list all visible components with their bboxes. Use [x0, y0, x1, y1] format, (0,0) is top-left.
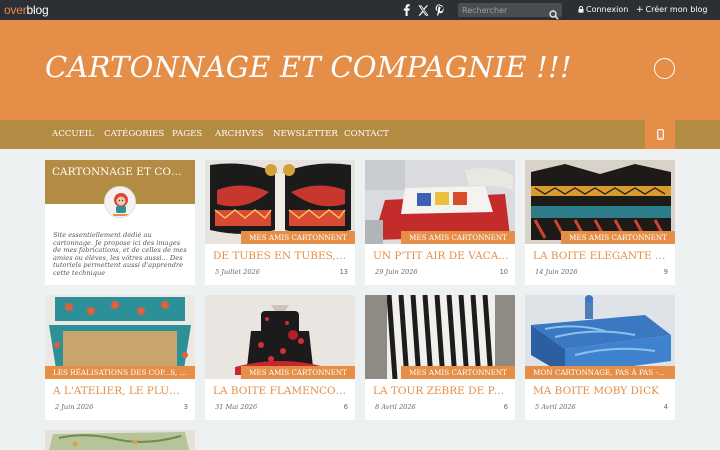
mobile-device-button[interactable]	[645, 120, 675, 149]
article-title[interactable]: A L'ATELIER, LE PLUMIER	[53, 385, 189, 397]
profile-description: Site essentiellement dédié au cartonnage…	[53, 232, 187, 277]
nav-item-categories[interactable]: CATÉGORIES	[104, 129, 164, 139]
article-card[interactable]: MES AMIS CARTONNENT LA TOUR ZEBRE DE PAU…	[365, 295, 515, 420]
category-badge[interactable]: MES AMIS CARTONNENT	[401, 366, 515, 379]
article-title[interactable]: MA BOITE MOBY DICK	[533, 385, 669, 397]
comment-count: 4	[663, 403, 668, 411]
article-card[interactable]: MES AMIS CARTONNENT LA BOITE ELEGANTE ET…	[525, 160, 675, 285]
facebook-icon[interactable]	[401, 2, 411, 18]
profile-title[interactable]: CARTONNAGE ET COMPAGNIE !!!	[52, 166, 190, 178]
article-date: 5 Avril 2026	[535, 403, 576, 411]
article-title[interactable]: LA BOITE FLAMENCO DE JOSETTE	[213, 385, 349, 397]
nav-item-contact[interactable]: CONTACT	[344, 129, 389, 139]
login-label: Connexion	[586, 5, 629, 14]
category-badge[interactable]: MON CARTONNAGE, PAS À PAS - TECHNIQUES	[525, 366, 675, 379]
article-title[interactable]: LA BOITE ELEGANTE ET SOBRE	[533, 250, 669, 262]
mobile-icon	[656, 129, 664, 140]
search-box[interactable]	[458, 3, 562, 20]
comment-count: 9	[663, 268, 668, 276]
lock-icon	[578, 6, 584, 13]
category-badge[interactable]: MES AMIS CARTONNENT	[561, 231, 675, 244]
article-date: 5 Juillet 2026	[215, 268, 260, 276]
category-badge[interactable]: MES AMIS CARTONNENT	[241, 366, 355, 379]
article-date: 8 Avril 2026	[375, 403, 416, 411]
article-thumbnail[interactable]	[45, 430, 195, 450]
article-title[interactable]: LA TOUR ZEBRE DE PAULETTE	[373, 385, 509, 397]
comment-count: 13	[339, 268, 348, 276]
article-card-partial[interactable]	[45, 430, 195, 450]
blog-header: CARTONNAGE ET COMPAGNIE !!!	[0, 20, 720, 120]
article-date: 29 Juin 2026	[375, 268, 418, 276]
article-card[interactable]: MES AMIS CARTONNENT DE TUBES EN TUBES, "…	[205, 160, 355, 285]
profile-card: CARTONNAGE ET COMPAGNIE !!! Site essenti…	[45, 160, 195, 285]
article-date: 2 Juin 2026	[55, 403, 94, 411]
category-badge[interactable]: LES RÉALISATIONS DES COP...S, PAS À PAS …	[45, 366, 195, 379]
article-date: 31 Mai 2026	[215, 403, 258, 411]
header-circle-icon[interactable]	[654, 58, 675, 79]
create-blog-link[interactable]: + Créer mon blog	[636, 4, 708, 16]
article-title[interactable]: DE TUBES EN TUBES, "L'INSOLITE"	[213, 250, 349, 262]
article-card[interactable]: MES AMIS CARTONNENT LA BOITE FLAMENCO DE…	[205, 295, 355, 420]
nav-item-newsletter[interactable]: NEWSLETTER	[273, 129, 338, 139]
category-badge[interactable]: MES AMIS CARTONNENT	[401, 231, 515, 244]
nav-item-archives[interactable]: ARCHIVES	[215, 129, 264, 139]
article-card[interactable]: MES AMIS CARTONNENT UN P'TIT AIR DE VACA…	[365, 160, 515, 285]
comment-count: 6	[343, 403, 348, 411]
overblog-topbar: overblog Connexion +Créer mon blog	[0, 0, 720, 20]
article-title[interactable]: UN P'TIT AIR DE VACANCES	[373, 250, 509, 262]
nav-item-pages[interactable]: PAGES	[172, 129, 202, 139]
nav-item-accueil[interactable]: ACCUEIL	[52, 129, 94, 139]
x-icon[interactable]	[417, 2, 430, 18]
create-blog-label: Créer mon blog	[645, 5, 708, 14]
login-link[interactable]: Connexion	[578, 4, 628, 16]
plus-icon: +	[636, 5, 644, 15]
comment-count: 10	[499, 268, 508, 276]
site-title[interactable]: CARTONNAGE ET COMPAGNIE !!!	[45, 50, 572, 84]
avatar[interactable]	[104, 186, 136, 218]
main-nav: ACCUEIL CATÉGORIES PAGES ARCHIVES NEWSLE…	[0, 120, 720, 149]
pinterest-icon[interactable]	[434, 2, 446, 18]
category-badge[interactable]: MES AMIS CARTONNENT	[241, 231, 355, 244]
article-card[interactable]: LES RÉALISATIONS DES COP...S, PAS À PAS …	[45, 295, 195, 420]
article-date: 14 Juin 2026	[535, 268, 578, 276]
comment-count: 6	[503, 403, 508, 411]
comment-count: 3	[183, 403, 188, 411]
search-input[interactable]	[462, 3, 548, 17]
article-card[interactable]: MON CARTONNAGE, PAS À PAS - TECHNIQUES M…	[525, 295, 675, 420]
overblog-logo[interactable]: overblog	[4, 2, 49, 18]
